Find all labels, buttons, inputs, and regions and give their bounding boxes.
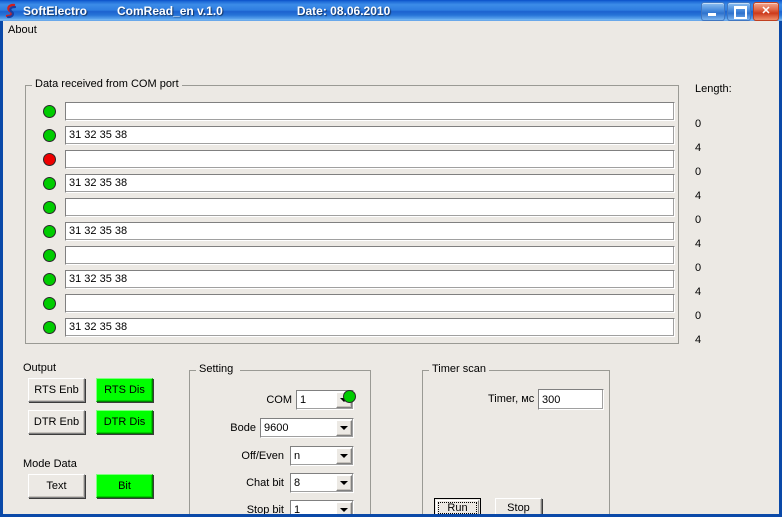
com-select-value: 1: [300, 394, 307, 406]
data-bits-select-value: 8: [294, 477, 301, 489]
data-row-led-green: [43, 320, 56, 334]
chevron-down-icon[interactable]: [336, 448, 352, 464]
setting-label-stop-bit: Stop bit: [246, 504, 284, 514]
data-row-value-field[interactable]: 31 32 35 38: [65, 317, 675, 337]
port-status-led: [343, 390, 356, 403]
bode-select-value: 9600: [264, 422, 289, 434]
stop-bits-select[interactable]: 1: [290, 500, 354, 514]
data-row-led-green: [43, 176, 56, 190]
timer-label: Timer, мс: [488, 393, 535, 405]
data-received-group-title: Data received from COM port: [32, 78, 182, 90]
data-row-length: 0: [695, 310, 702, 322]
stop-button[interactable]: Stop: [495, 498, 542, 514]
bode-select[interactable]: 9600: [260, 418, 354, 438]
data-row-value-field[interactable]: 31 32 35 38: [65, 173, 675, 193]
maximize-icon: [734, 6, 747, 19]
title-bar: SoftElectro ComRead_en v.1.0 Date: 08.06…: [0, 0, 782, 21]
caption-buttons: ✕: [701, 2, 779, 21]
dtr-enable-button[interactable]: DTR Enb: [28, 410, 85, 434]
minimize-icon: [708, 13, 716, 16]
data-row-length: 4: [695, 286, 702, 298]
setting-label-chat-bit: Chat bit: [246, 477, 284, 489]
data-row-led-green: [43, 128, 56, 142]
data-row: 31 32 35 38: [26, 316, 675, 338]
app-name: SoftElectro: [23, 3, 88, 18]
data-row-value-field[interactable]: [65, 245, 675, 265]
data-row: 31 32 35 38: [26, 172, 675, 194]
data-row-value-field[interactable]: 31 32 35 38: [65, 221, 675, 241]
close-icon: ✕: [761, 5, 771, 17]
menu-item-about[interactable]: About: [3, 22, 43, 38]
data-row: [26, 148, 675, 170]
timer-scan-group-title: Timer scan: [429, 363, 489, 375]
data-row-led-red: [43, 152, 56, 166]
data-row: [26, 100, 675, 122]
rts-enable-button[interactable]: RTS Enb: [28, 378, 85, 402]
maximize-button[interactable]: [727, 2, 751, 21]
data-row-length: 4: [695, 238, 702, 250]
data-row-led-green: [43, 200, 56, 214]
client-area: About Data received from COM port 31 32 …: [3, 21, 779, 514]
chevron-down-icon[interactable]: [336, 502, 352, 514]
data-row-length: 4: [695, 142, 702, 154]
timer-scan-group: Timer scan Timer, мс 300 Run Stop: [422, 363, 610, 514]
run-button[interactable]: Run: [434, 498, 481, 514]
stop-bits-select-value: 1: [294, 504, 301, 514]
data-row-value-field[interactable]: [65, 149, 675, 169]
data-row-value-field[interactable]: [65, 197, 675, 217]
data-bits-select[interactable]: 8: [290, 473, 354, 493]
data-row: 31 32 35 38: [26, 220, 675, 242]
data-row-length: 0: [695, 214, 702, 226]
data-row-led-green: [43, 296, 56, 310]
minimize-button[interactable]: [701, 2, 725, 21]
run-button-label: Run: [447, 502, 468, 514]
output-section-title: Output: [23, 362, 57, 374]
data-received-group: Data received from COM port 31 32 35 38 3…: [25, 78, 679, 344]
chevron-down-icon[interactable]: [336, 475, 352, 491]
data-row: [26, 244, 675, 266]
mode-bit-button[interactable]: Bit: [96, 474, 153, 498]
parity-select-value: n: [294, 450, 301, 462]
length-column-title: Length:: [695, 83, 732, 95]
mode-text-button[interactable]: Text: [28, 474, 85, 498]
close-button[interactable]: ✕: [753, 2, 779, 21]
length-column: Length: 0 4 0 4 0 4 0 4 0 4: [695, 83, 732, 346]
data-row-led-green: [43, 104, 56, 118]
data-row-value-field[interactable]: 31 32 35 38: [65, 269, 675, 289]
data-row: 31 32 35 38: [26, 268, 675, 290]
timer-input[interactable]: 300: [538, 389, 604, 410]
setting-label-bode: Bode: [230, 422, 256, 434]
data-row-led-green: [43, 224, 56, 238]
data-row-length: 4: [695, 334, 702, 346]
mode-data-section-title: Mode Data: [23, 458, 77, 470]
rts-disable-button[interactable]: RTS Dis: [96, 378, 153, 402]
data-row-value-field[interactable]: 31 32 35 38: [65, 125, 675, 145]
date-label: Date: 08.06.2010: [296, 3, 391, 18]
setting-label-com: COM: [266, 394, 292, 406]
parity-select[interactable]: n: [290, 446, 354, 466]
data-row: 31 32 35 38: [26, 124, 675, 146]
data-row-value-field[interactable]: [65, 101, 675, 121]
data-row-led-green: [43, 272, 56, 286]
data-row-led-green: [43, 248, 56, 262]
program-title: ComRead_en v.1.0: [117, 3, 223, 18]
setting-label-off-even: Off/Even: [241, 450, 284, 462]
data-row-length: 0: [695, 118, 702, 130]
data-row-length: 0: [695, 262, 702, 274]
data-row: [26, 292, 675, 314]
data-row-length: 4: [695, 190, 702, 202]
setting-group-title: Setting: [196, 363, 237, 375]
application-window: SoftElectro ComRead_en v.1.0 Date: 08.06…: [0, 0, 782, 517]
data-row-value-field[interactable]: [65, 293, 675, 313]
data-row-length: 0: [695, 166, 702, 178]
dtr-disable-button[interactable]: DTR Dis: [96, 410, 153, 434]
chevron-down-icon[interactable]: [336, 420, 352, 436]
softelectro-logo-icon: [3, 3, 19, 19]
menu-bar: About: [3, 21, 779, 39]
data-row: [26, 196, 675, 218]
